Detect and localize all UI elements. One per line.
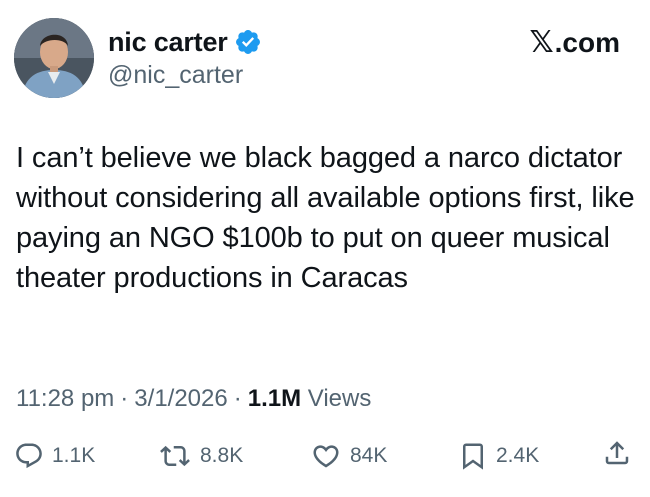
meta-separator: · bbox=[120, 385, 129, 412]
verified-badge-icon bbox=[234, 28, 262, 56]
bookmark-icon bbox=[463, 443, 483, 470]
avatar-photo bbox=[14, 18, 94, 98]
meta-separator: · bbox=[233, 385, 242, 412]
brand-domain: .com bbox=[554, 27, 620, 58]
bookmark-button[interactable]: 2.4K bbox=[458, 438, 539, 474]
reply-count: 1.1K bbox=[52, 444, 96, 467]
author-name-row: nic carter bbox=[108, 26, 262, 58]
x-logo-icon: 𝕏 bbox=[529, 25, 554, 60]
repost-icon bbox=[160, 445, 190, 467]
author-display-name[interactable]: nic carter bbox=[108, 26, 228, 58]
like-icon bbox=[313, 445, 339, 468]
like-button[interactable]: 84K bbox=[310, 438, 387, 474]
tweet-time[interactable]: 11:28 pm bbox=[16, 385, 114, 412]
share-button[interactable] bbox=[602, 438, 632, 468]
views-count: 1.1M bbox=[247, 385, 302, 412]
reply-button[interactable]: 1.1K bbox=[14, 438, 95, 474]
tweet-meta: 11:28 pm · 3/1/2026 · 1.1M Views bbox=[16, 384, 371, 414]
author-handle[interactable]: @nic_carter bbox=[108, 60, 243, 90]
bookmark-count: 2.4K bbox=[496, 444, 540, 467]
avatar[interactable] bbox=[14, 18, 94, 98]
tweet-body-text: I can’t believe we black bagged a narco … bbox=[16, 142, 635, 294]
tweet-card: nic carter @nic_carter 𝕏 .com I can’t be… bbox=[0, 0, 650, 497]
tweet-date[interactable]: 3/1/2026 bbox=[134, 385, 227, 412]
reply-icon bbox=[16, 443, 42, 469]
repost-button[interactable]: 8.8K bbox=[158, 438, 243, 474]
tweet-actions: 1.1K 8.8K 84K 2.4K bbox=[0, 438, 650, 478]
like-count: 84K bbox=[350, 444, 388, 467]
x-com-logo: 𝕏 .com bbox=[529, 26, 620, 60]
views-label: Views bbox=[307, 385, 372, 412]
share-icon bbox=[605, 441, 629, 465]
repost-count: 8.8K bbox=[200, 444, 244, 467]
